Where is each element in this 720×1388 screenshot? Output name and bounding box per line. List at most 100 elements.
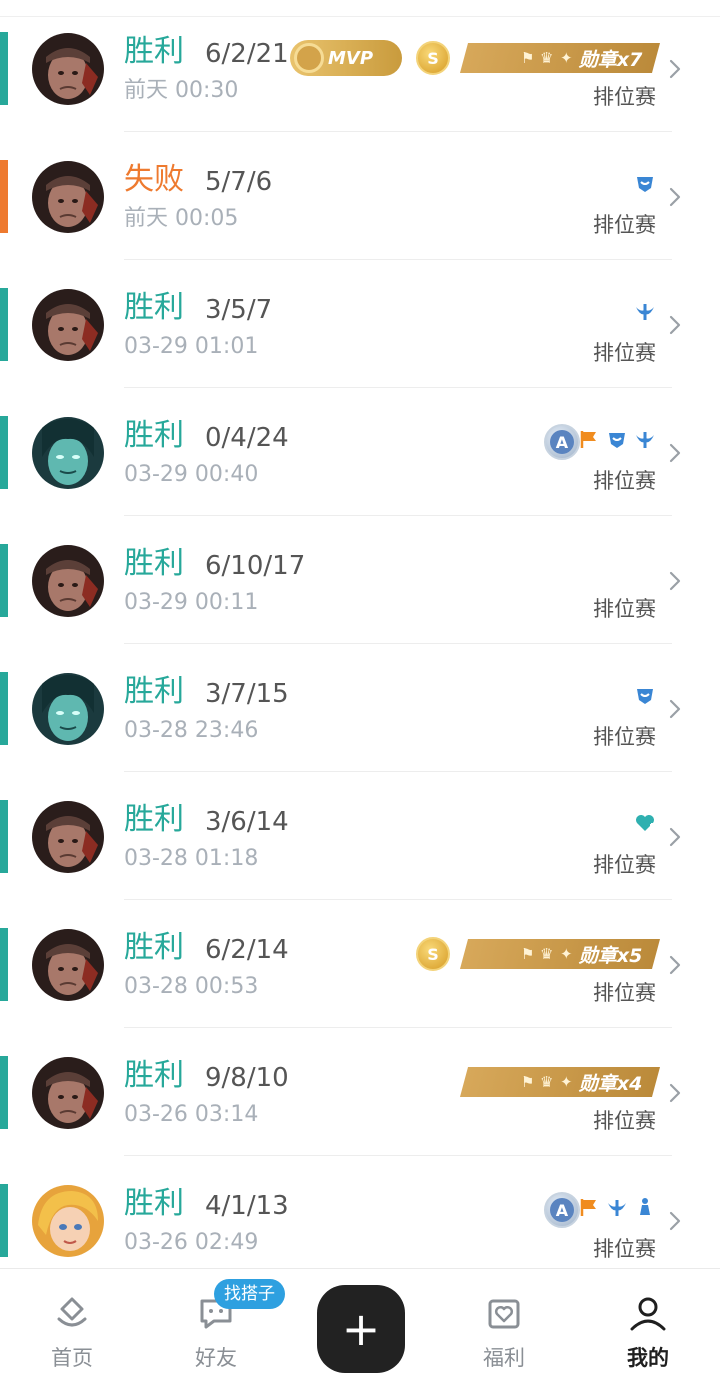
match-row[interactable]: 胜利 6/2/14 03-28 00:53 排位赛 S ⚑ ♛ ✦ 勋章x5 [0, 900, 720, 1028]
match-row[interactable]: 失败 5/7/6 前天 00:05 排位赛 [0, 132, 720, 260]
match-time: 03-26 03:14 [124, 1102, 259, 1127]
ace-badge: A [544, 424, 580, 460]
win-stripe [0, 544, 8, 617]
match-mode: 排位赛 [593, 981, 656, 1005]
blue-mask-icon [606, 428, 628, 455]
match-mode: 排位赛 [593, 597, 656, 621]
match-row[interactable]: 胜利 6/10/17 03-29 00:11 排位赛 [0, 516, 720, 644]
blue-wing-icon [634, 428, 656, 455]
coin-badge: S [416, 937, 450, 971]
medal-count: 勋章x5 [578, 944, 642, 967]
win-stripe [0, 288, 8, 361]
kda-score: 6/2/21 [205, 39, 289, 69]
tab-home[interactable]: 首页 [12, 1269, 132, 1388]
match-result: 失败 [124, 162, 184, 197]
add-button[interactable]: + [317, 1285, 405, 1373]
bottom-tab-bar: 首页 好友 找搭子 + 福利 我的 [0, 1268, 720, 1388]
medal-glyph-icon: ⚑ [521, 1073, 535, 1091]
match-row[interactable]: 胜利 3/6/14 03-28 01:18 排位赛 [0, 772, 720, 900]
match-mode: 排位赛 [593, 85, 656, 109]
chevron-right-icon [664, 954, 686, 976]
medal-icon [294, 43, 324, 73]
achievement-badges: S ⚑ ♛ ✦ 勋章x5 [416, 934, 661, 974]
win-stripe [0, 1184, 8, 1257]
chevron-right-icon [664, 1082, 686, 1104]
coin-label: S [427, 944, 439, 964]
match-result: 胜利 [124, 1186, 184, 1221]
chevron-right-icon [664, 826, 686, 848]
orange-flag-icon [578, 428, 600, 455]
performance-icons [578, 428, 656, 455]
medal-glyph-icon: ✦ [559, 945, 573, 963]
hero-avatar [32, 289, 104, 361]
ace-badge: A [544, 1192, 580, 1228]
medal-glyph-icon: ♛ [540, 49, 554, 67]
match-result: 胜利 [124, 802, 184, 837]
match-time: 03-28 00:53 [124, 974, 259, 999]
medal-ribbon: ⚑ ♛ ✦ 勋章x4 [459, 1067, 661, 1097]
chevron-right-icon [664, 314, 686, 336]
match-time: 03-29 00:11 [124, 590, 259, 615]
achievement-badges: MVP S ⚑ ♛ ✦ 勋章x7 [290, 38, 661, 78]
hero-avatar [32, 545, 104, 617]
medal-glyph-icon: ✦ [559, 1073, 573, 1091]
loss-stripe [0, 160, 8, 233]
find-partner-badge[interactable]: 找搭子 [214, 1279, 285, 1309]
blue-chess-icon [634, 1196, 656, 1223]
match-mode: 排位赛 [593, 853, 656, 877]
match-result: 胜利 [124, 290, 184, 325]
match-row[interactable]: 胜利 3/7/15 03-28 23:46 排位赛 [0, 644, 720, 772]
tab-home-label: 首页 [51, 1346, 93, 1370]
medal-ribbon: ⚑ ♛ ✦ 勋章x5 [459, 939, 661, 969]
medal-glyph-icon: ✦ [559, 49, 573, 67]
achievement-badges: A [544, 1190, 580, 1230]
medal-count: 勋章x7 [578, 48, 642, 71]
blue-wing-icon [634, 300, 656, 327]
chevron-right-icon [664, 58, 686, 80]
kda-score: 3/5/7 [205, 295, 273, 325]
chevron-right-icon [664, 1210, 686, 1232]
tab-welfare-label: 福利 [483, 1346, 525, 1370]
match-row[interactable]: 胜利 9/8/10 03-26 03:14 排位赛 ⚑ ♛ ✦ 勋章x4 [0, 1028, 720, 1156]
hero-avatar [32, 161, 104, 233]
match-row[interactable]: 胜利 4/1/13 03-26 02:49 排位赛 A [0, 1156, 720, 1284]
achievement-badges: ⚑ ♛ ✦ 勋章x4 [459, 1062, 661, 1102]
tab-friends-label: 好友 [195, 1346, 237, 1370]
tab-mine[interactable]: 我的 [588, 1269, 708, 1388]
teal-heart-icon [634, 812, 656, 839]
performance-icons [634, 812, 656, 839]
blue-mask-icon [634, 172, 656, 199]
match-mode: 排位赛 [593, 213, 656, 237]
hero-avatar [32, 929, 104, 1001]
win-stripe [0, 32, 8, 105]
home-icon [57, 1297, 87, 1327]
match-result: 胜利 [124, 930, 184, 965]
win-stripe [0, 800, 8, 873]
tab-mine-label: 我的 [627, 1346, 669, 1370]
win-stripe [0, 672, 8, 745]
match-time: 03-26 02:49 [124, 1230, 259, 1255]
match-row[interactable]: 胜利 3/5/7 03-29 01:01 排位赛 [0, 260, 720, 388]
performance-icons [578, 1196, 656, 1223]
achievement-badges: A [544, 422, 580, 462]
win-stripe [0, 416, 8, 489]
blue-mask-icon [634, 684, 656, 711]
match-time: 前天 00:05 [124, 206, 239, 231]
match-mode: 排位赛 [593, 1109, 656, 1133]
kda-score: 6/2/14 [205, 935, 289, 965]
chevron-right-icon [664, 186, 686, 208]
blue-wing-icon [606, 1196, 628, 1223]
medal-ribbon: ⚑ ♛ ✦ 勋章x7 [459, 43, 661, 73]
hero-avatar [32, 1057, 104, 1129]
chevron-right-icon [664, 570, 686, 592]
win-stripe [0, 1056, 8, 1129]
medal-glyph-icon: ⚑ [521, 49, 535, 67]
tab-welfare[interactable]: 福利 [444, 1269, 564, 1388]
win-stripe [0, 928, 8, 1001]
match-time: 03-28 23:46 [124, 718, 259, 743]
match-row[interactable]: 胜利 6/2/21 前天 00:30 排位赛 MVP S ⚑ ♛ ✦ 勋章x7 [0, 4, 720, 132]
person-icon [630, 1297, 666, 1331]
coin-label: S [427, 48, 439, 68]
hero-avatar [32, 673, 104, 745]
match-row[interactable]: 胜利 0/4/24 03-29 00:40 排位赛 A [0, 388, 720, 516]
